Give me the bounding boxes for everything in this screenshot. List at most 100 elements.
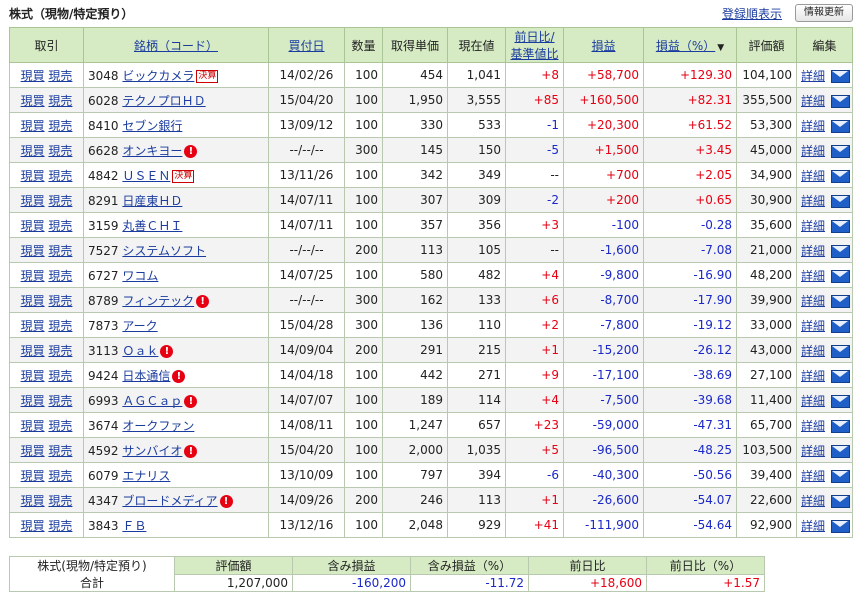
buy-link[interactable]: 現買 xyxy=(21,194,45,208)
sort-base-change-link[interactable]: 基準値比 xyxy=(510,47,558,61)
buy-link[interactable]: 現買 xyxy=(21,469,45,483)
sort-order-link[interactable]: 登録順表示 xyxy=(722,5,782,22)
buy-link[interactable]: 現買 xyxy=(21,344,45,358)
stock-name-link[interactable]: ワコム xyxy=(122,269,158,283)
buy-link[interactable]: 現買 xyxy=(21,419,45,433)
mail-icon[interactable] xyxy=(831,194,851,208)
detail-link[interactable]: 詳細 xyxy=(801,444,825,458)
detail-link[interactable]: 詳細 xyxy=(801,419,825,433)
col-date[interactable]: 買付日 xyxy=(268,27,345,63)
mail-icon[interactable] xyxy=(831,169,851,183)
sort-change-link[interactable]: 前日比/ xyxy=(514,30,554,44)
sell-link[interactable]: 現売 xyxy=(48,419,72,433)
refresh-button[interactable]: 情報更新 xyxy=(795,4,853,22)
stock-name-link[interactable]: オークファン xyxy=(122,419,194,433)
stock-name-link[interactable]: エナリス xyxy=(122,469,170,483)
sell-link[interactable]: 現売 xyxy=(48,269,72,283)
detail-link[interactable]: 詳細 xyxy=(801,319,825,333)
sort-name-link[interactable]: 銘柄（コード） xyxy=(134,39,218,53)
col-name[interactable]: 銘柄（コード） xyxy=(83,27,269,63)
stock-name-link[interactable]: サンバイオ xyxy=(122,444,182,458)
sell-link[interactable]: 現売 xyxy=(48,444,72,458)
buy-link[interactable]: 現買 xyxy=(21,494,45,508)
mail-icon[interactable] xyxy=(831,94,851,108)
sell-link[interactable]: 現売 xyxy=(48,494,72,508)
stock-name-link[interactable]: 丸善ＣＨＩ xyxy=(122,219,182,233)
detail-link[interactable]: 詳細 xyxy=(801,194,825,208)
stock-name-link[interactable]: ＵＳＥＮ xyxy=(122,169,170,183)
mail-icon[interactable] xyxy=(831,294,851,308)
stock-name-link[interactable]: フィンテック xyxy=(122,294,194,308)
buy-link[interactable]: 現買 xyxy=(21,169,45,183)
detail-link[interactable]: 詳細 xyxy=(801,519,825,533)
buy-link[interactable]: 現買 xyxy=(21,144,45,158)
mail-icon[interactable] xyxy=(831,244,851,258)
sell-link[interactable]: 現売 xyxy=(48,319,72,333)
sell-link[interactable]: 現売 xyxy=(48,69,72,83)
stock-name-link[interactable]: システムソフト xyxy=(122,244,206,258)
detail-link[interactable]: 詳細 xyxy=(801,344,825,358)
sell-link[interactable]: 現売 xyxy=(48,469,72,483)
detail-link[interactable]: 詳細 xyxy=(801,469,825,483)
buy-link[interactable]: 現買 xyxy=(21,119,45,133)
sell-link[interactable]: 現売 xyxy=(48,119,72,133)
buy-link[interactable]: 現買 xyxy=(21,394,45,408)
stock-name-link[interactable]: セブン銀行 xyxy=(122,119,182,133)
buy-link[interactable]: 現買 xyxy=(21,269,45,283)
detail-link[interactable]: 詳細 xyxy=(801,294,825,308)
stock-name-link[interactable]: 日産東ＨＤ xyxy=(122,194,182,208)
mail-icon[interactable] xyxy=(831,469,851,483)
mail-icon[interactable] xyxy=(831,344,851,358)
mail-icon[interactable] xyxy=(831,444,851,458)
sell-link[interactable]: 現売 xyxy=(48,244,72,258)
detail-link[interactable]: 詳細 xyxy=(801,144,825,158)
detail-link[interactable]: 詳細 xyxy=(801,269,825,283)
mail-icon[interactable] xyxy=(831,269,851,283)
sell-link[interactable]: 現売 xyxy=(48,369,72,383)
sell-link[interactable]: 現売 xyxy=(48,144,72,158)
sort-pl-link[interactable]: 損益 xyxy=(591,39,615,53)
stock-name-link[interactable]: ブロードメディア xyxy=(122,494,217,508)
sell-link[interactable]: 現売 xyxy=(48,219,72,233)
stock-name-link[interactable]: ＡＧＣａｐ xyxy=(122,394,182,408)
mail-icon[interactable] xyxy=(831,119,851,133)
sell-link[interactable]: 現売 xyxy=(48,169,72,183)
buy-link[interactable]: 現買 xyxy=(21,519,45,533)
sort-date-link[interactable]: 買付日 xyxy=(288,39,324,53)
buy-link[interactable]: 現買 xyxy=(21,94,45,108)
mail-icon[interactable] xyxy=(831,144,851,158)
stock-name-link[interactable]: オンキヨー xyxy=(122,144,182,158)
stock-name-link[interactable]: ＦＢ xyxy=(122,519,146,533)
sell-link[interactable]: 現売 xyxy=(48,194,72,208)
mail-icon[interactable] xyxy=(831,219,851,233)
detail-link[interactable]: 詳細 xyxy=(801,369,825,383)
stock-name-link[interactable]: テクノプロＨＤ xyxy=(122,94,205,108)
mail-icon[interactable] xyxy=(831,319,851,333)
buy-link[interactable]: 現買 xyxy=(21,319,45,333)
buy-link[interactable]: 現買 xyxy=(21,369,45,383)
buy-link[interactable]: 現買 xyxy=(21,219,45,233)
stock-name-link[interactable]: ビックカメラ xyxy=(122,69,194,83)
buy-link[interactable]: 現買 xyxy=(21,444,45,458)
stock-name-link[interactable]: 日本通信 xyxy=(122,369,170,383)
buy-link[interactable]: 現買 xyxy=(21,294,45,308)
mail-icon[interactable] xyxy=(831,519,851,533)
sell-link[interactable]: 現売 xyxy=(48,344,72,358)
mail-icon[interactable] xyxy=(831,494,851,508)
detail-link[interactable]: 詳細 xyxy=(801,494,825,508)
detail-link[interactable]: 詳細 xyxy=(801,219,825,233)
buy-link[interactable]: 現買 xyxy=(21,69,45,83)
detail-link[interactable]: 詳細 xyxy=(801,69,825,83)
sort-plpct-link[interactable]: 損益（%） xyxy=(656,39,715,53)
col-change[interactable]: 前日比/ 基準値比 xyxy=(505,27,564,63)
detail-link[interactable]: 詳細 xyxy=(801,94,825,108)
buy-link[interactable]: 現買 xyxy=(21,244,45,258)
mail-icon[interactable] xyxy=(831,369,851,383)
sell-link[interactable]: 現売 xyxy=(48,519,72,533)
sell-link[interactable]: 現売 xyxy=(48,294,72,308)
detail-link[interactable]: 詳細 xyxy=(801,119,825,133)
detail-link[interactable]: 詳細 xyxy=(801,169,825,183)
detail-link[interactable]: 詳細 xyxy=(801,394,825,408)
mail-icon[interactable] xyxy=(831,69,851,83)
stock-name-link[interactable]: アーク xyxy=(122,319,157,333)
